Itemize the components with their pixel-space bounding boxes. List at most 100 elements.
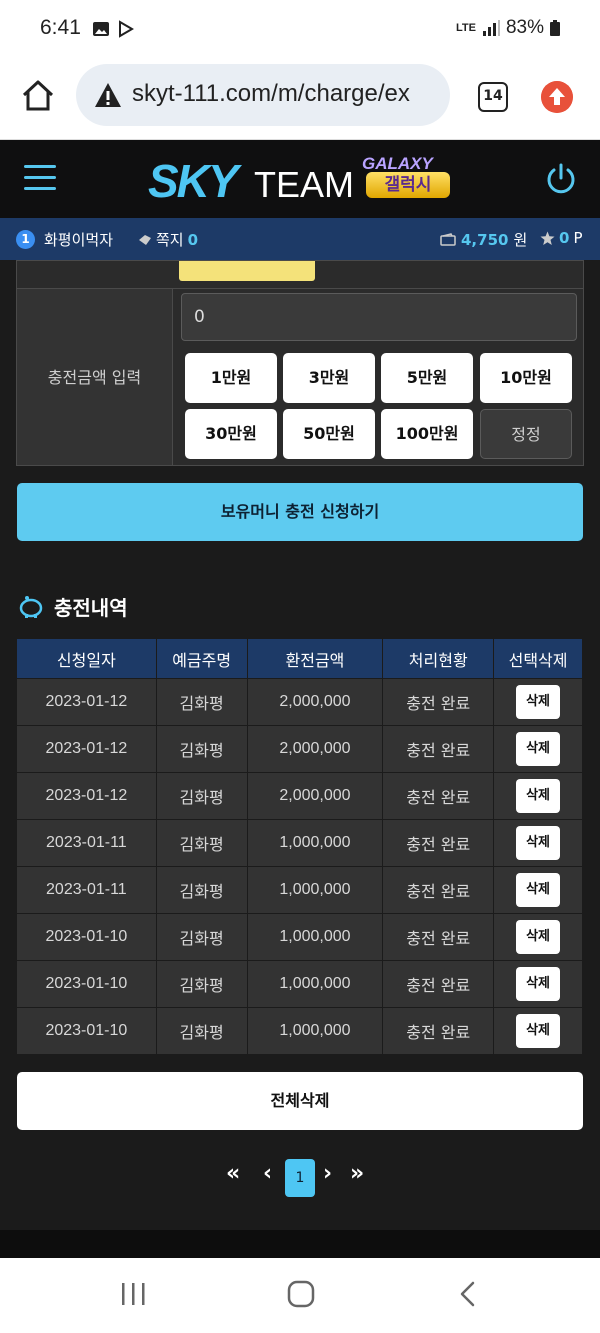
money-amount: 4,750 — [461, 230, 509, 249]
current-page[interactable]: 1 — [285, 1159, 315, 1197]
history-section-title: 충전내역 — [18, 592, 128, 621]
row-date: 2023-01-10 — [16, 913, 157, 961]
update-icon[interactable] — [541, 81, 573, 113]
power-icon[interactable] — [544, 162, 578, 196]
row-delete-button[interactable]: 삭제 — [516, 826, 561, 860]
play-store-icon — [119, 20, 134, 38]
partial-yellow-button[interactable] — [179, 261, 315, 281]
point-balance: 0 P — [540, 229, 582, 247]
row-delete-button[interactable]: 삭제 — [516, 873, 561, 907]
amount-button-10[interactable]: 10만원 — [480, 353, 572, 403]
row-name: 김화평 — [155, 866, 248, 914]
amount-button-100[interactable]: 100만원 — [381, 409, 473, 459]
row-name: 김화평 — [155, 772, 248, 820]
amount-button-30[interactable]: 30만원 — [185, 409, 277, 459]
col-select-delete: 선택삭제 — [493, 638, 583, 679]
last-page-button[interactable]: » — [350, 1161, 364, 1186]
galaxy-en: GALAXY — [362, 154, 433, 173]
table-row: 2023-01-10 김화평 1,000,000 충전 완료 삭제 — [16, 913, 583, 961]
signal-icon — [482, 20, 500, 36]
row-status: 충전 완료 — [382, 1007, 495, 1055]
site-logo[interactable]: SKY TEAM GALAXY 갤럭시 — [148, 152, 458, 208]
row-date: 2023-01-10 — [16, 1007, 157, 1055]
logo-sky: SKY — [148, 155, 239, 207]
row-date: 2023-01-10 — [16, 960, 157, 1008]
user-info-bar: 1 화평이먹자 쪽지 0 4,750 원 0 P — [0, 218, 600, 260]
row-status: 충전 완료 — [382, 772, 495, 820]
row-status: 충전 완료 — [382, 960, 495, 1008]
row-delete-button[interactable]: 삭제 — [516, 1014, 561, 1048]
amount-label: 충전금액 입력 — [17, 289, 173, 465]
recent-apps-icon[interactable] — [118, 1280, 148, 1308]
hamburger-menu-icon[interactable] — [24, 165, 56, 191]
table-row: 2023-01-12 김화평 2,000,000 충전 완료 삭제 — [16, 772, 583, 820]
piggy-bank-icon — [19, 595, 43, 618]
message-icon — [139, 234, 151, 245]
history-table: 신청일자 예금주명 환전금액 처리현황 선택삭제 2023-01-12 김화평 … — [16, 638, 583, 1055]
point-amount: 0 — [559, 229, 570, 247]
next-page-button[interactable]: › — [323, 1161, 332, 1186]
pagination: « ‹ 1 › » — [0, 1159, 600, 1199]
username: 화평이먹자 — [44, 231, 114, 249]
row-name: 김화평 — [155, 678, 248, 726]
row-status: 충전 완료 — [382, 678, 495, 726]
galaxy-kr: 갤럭시 — [366, 172, 450, 198]
galaxy-badge: GALAXY 갤럭시 — [360, 154, 452, 202]
home-icon[interactable] — [20, 78, 56, 114]
battery-icon — [550, 20, 560, 36]
amount-button-3[interactable]: 3만원 — [283, 353, 375, 403]
message-link[interactable]: 쪽지 0 — [138, 229, 198, 250]
url-text[interactable]: skyt-111.com/m/charge/ex — [132, 80, 442, 108]
history-title-text: 충전내역 — [54, 596, 128, 620]
row-delete-button[interactable]: 삭제 — [516, 920, 561, 954]
amount-button-1[interactable]: 1만원 — [185, 353, 277, 403]
row-status: 충전 완료 — [382, 725, 495, 773]
amount-button-50[interactable]: 50만원 — [283, 409, 375, 459]
row-amount: 1,000,000 — [246, 819, 384, 867]
reset-button[interactable]: 정정 — [480, 409, 572, 459]
network-type: LTE — [456, 22, 476, 34]
money-unit: 원 — [513, 231, 528, 249]
row-delete-button[interactable]: 삭제 — [516, 732, 561, 766]
back-icon[interactable] — [456, 1280, 480, 1308]
row-delete-button[interactable]: 삭제 — [516, 967, 561, 1001]
first-page-button[interactable]: « — [226, 1161, 240, 1186]
row-status: 충전 완료 — [382, 913, 495, 961]
table-row: 2023-01-11 김화평 1,000,000 충전 완료 삭제 — [16, 819, 583, 867]
row-delete-button[interactable]: 삭제 — [516, 685, 561, 719]
status-bar: 6:41 LTE 83% — [0, 0, 600, 58]
delete-all-button[interactable]: 전체삭제 — [17, 1072, 583, 1130]
address-bar[interactable]: skyt-111.com/m/charge/ex — [76, 64, 450, 126]
col-amount: 환전금액 — [246, 638, 384, 679]
row-amount: 1,000,000 — [246, 913, 384, 961]
row-delete-button[interactable]: 삭제 — [516, 779, 561, 813]
warning-icon[interactable] — [94, 82, 122, 108]
site-content: SKY TEAM GALAXY 갤럭시 1 화평이먹자 쪽지 0 4,750 원… — [0, 140, 600, 1258]
message-count: 0 — [187, 230, 199, 249]
col-status: 처리현황 — [382, 638, 495, 679]
row-date: 2023-01-11 — [16, 819, 157, 867]
row-amount: 2,000,000 — [246, 725, 384, 773]
table-row: 2023-01-12 김화평 2,000,000 충전 완료 삭제 — [16, 725, 583, 773]
money-balance: 4,750 원 — [440, 229, 527, 250]
row-date: 2023-01-12 — [16, 678, 157, 726]
level-badge: 1 — [16, 230, 35, 249]
prev-page-button[interactable]: ‹ — [263, 1161, 272, 1186]
home-nav-icon[interactable] — [286, 1280, 316, 1308]
amount-input[interactable]: 0 — [181, 293, 577, 341]
site-footer — [0, 1230, 600, 1258]
point-unit: P — [573, 229, 583, 247]
row-amount: 1,000,000 — [246, 1007, 384, 1055]
amount-button-5[interactable]: 5만원 — [381, 353, 473, 403]
row-amount: 2,000,000 — [246, 678, 384, 726]
table-row: 2023-01-11 김화평 1,000,000 충전 완료 삭제 — [16, 866, 583, 914]
charge-request-button[interactable]: 보유머니 충전 신청하기 — [17, 483, 583, 541]
wallet-icon — [440, 233, 456, 246]
row-date: 2023-01-12 — [16, 772, 157, 820]
tab-switcher-button[interactable]: 14 — [478, 82, 508, 112]
logo-team: TEAM — [254, 164, 355, 205]
col-name: 예금주명 — [155, 638, 248, 679]
row-name: 김화평 — [155, 725, 248, 773]
row-amount: 1,000,000 — [246, 960, 384, 1008]
row-date: 2023-01-12 — [16, 725, 157, 773]
